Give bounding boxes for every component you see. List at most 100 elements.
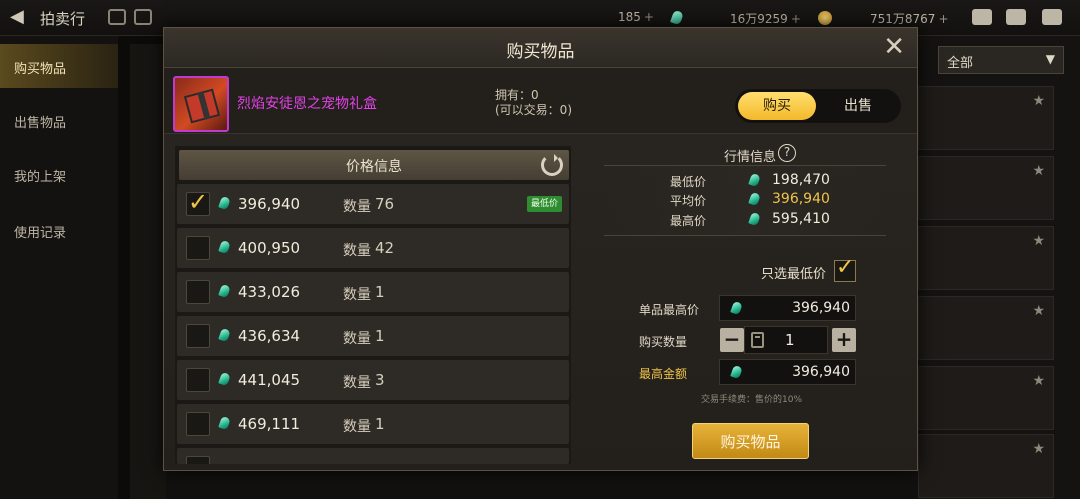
- only-lowest-checkbox[interactable]: [834, 255, 856, 282]
- quantity-label: 数量: [343, 375, 371, 391]
- result-card[interactable]: ★: [918, 86, 1054, 150]
- quantity-label: 数量: [343, 419, 371, 435]
- result-card[interactable]: ★: [918, 366, 1054, 430]
- dialog-header: 购买物品 ✕: [164, 28, 917, 68]
- image-icon[interactable]: [134, 9, 152, 25]
- listing-checkbox[interactable]: [186, 280, 210, 304]
- buy-item-button[interactable]: 购买物品: [692, 423, 809, 459]
- currency-185: 185 +: [618, 10, 654, 24]
- star-icon[interactable]: ★: [1032, 373, 1045, 389]
- filter-dropdown[interactable]: 全部 ▼: [938, 46, 1064, 74]
- gem-icon: [218, 415, 231, 431]
- bottom-strip: [166, 470, 918, 499]
- max-total-value: 396,940: [792, 364, 850, 380]
- listing-row[interactable]: 441,045 数量 3: [177, 360, 569, 400]
- quantity-label: 数量: [343, 199, 371, 215]
- listing-row[interactable]: 433,026 数量 1: [177, 272, 569, 312]
- increase-quantity-button[interactable]: +: [832, 328, 856, 352]
- category-column: [130, 44, 166, 499]
- chat-icon[interactable]: [1042, 9, 1062, 25]
- only-lowest-label: 只选最低价: [761, 267, 827, 282]
- listing-price: 396,940: [238, 195, 301, 213]
- sidebar-item-history[interactable]: 使用记录: [0, 208, 118, 252]
- price-list-panel: 价格信息 396,940 数量 76 最低价 400,950 数量 42 433…: [175, 146, 571, 464]
- tab-buy[interactable]: 购买: [738, 92, 816, 120]
- star-icon[interactable]: ★: [1032, 303, 1045, 319]
- sidebar-item-buy[interactable]: 购买物品: [0, 44, 118, 88]
- gem-icon: [748, 191, 761, 207]
- gem-icon: [730, 364, 743, 380]
- tab-sell[interactable]: 出售: [819, 92, 897, 120]
- market-max-value: 595,410: [772, 211, 830, 227]
- listing-quantity: 1: [375, 283, 385, 301]
- listing-checkbox[interactable]: [186, 412, 210, 436]
- market-max-row: 最高价 595,410: [604, 211, 886, 229]
- result-card[interactable]: ★: [918, 226, 1054, 290]
- owned-count: 拥有：0 (可以交易：0): [495, 88, 572, 117]
- refresh-icon[interactable]: [541, 154, 563, 176]
- diamond-icon[interactable]: [108, 9, 126, 25]
- star-icon[interactable]: ★: [1032, 163, 1045, 179]
- gem-icon: [730, 300, 743, 316]
- sidebar-item-listings[interactable]: 我的上架: [0, 152, 118, 196]
- price-list-header: 价格信息: [179, 150, 569, 180]
- listing-quantity: 42: [375, 239, 395, 257]
- star-icon[interactable]: ★: [1032, 233, 1045, 249]
- listing-price: 436,634: [238, 327, 301, 345]
- listing-row[interactable]: [177, 448, 569, 464]
- unit-max-price-label: 单品最高价: [639, 303, 700, 317]
- listing-checkbox[interactable]: [186, 188, 210, 216]
- listing-quantity: 1: [375, 327, 385, 345]
- currency-gold: 751万8767 +: [870, 12, 949, 26]
- result-card[interactable]: ★: [918, 434, 1054, 498]
- listing-checkbox[interactable]: [186, 368, 210, 392]
- market-min-label: 最低价: [670, 175, 707, 189]
- listing-quantity: 76: [375, 195, 395, 213]
- close-icon[interactable]: ✕: [883, 32, 905, 62]
- quantity-stepper[interactable]: 1: [744, 326, 828, 354]
- market-avg-value: 396,940: [772, 191, 830, 207]
- listing-checkbox[interactable]: [186, 236, 210, 260]
- item-icon: [173, 76, 229, 132]
- chevron-down-icon: ▼: [1045, 52, 1055, 66]
- listing-checkbox[interactable]: [186, 456, 210, 464]
- buy-item-dialog: 购买物品 ✕ 烈焰安徒恩之宠物礼盒 拥有：0 (可以交易：0) 购买 出售 价格…: [163, 27, 918, 471]
- result-card[interactable]: ★: [918, 156, 1054, 220]
- listing-price: 441,045: [238, 371, 301, 389]
- decrease-quantity-button[interactable]: −: [720, 328, 744, 352]
- listing-row[interactable]: 396,940 数量 76 最低价: [177, 184, 569, 224]
- listing-row[interactable]: 436,634 数量 1: [177, 316, 569, 356]
- star-icon[interactable]: ★: [1032, 93, 1045, 109]
- result-card[interactable]: ★: [918, 296, 1054, 360]
- sidebar-item-sell[interactable]: 出售物品: [0, 98, 118, 142]
- listing-price: 433,026: [238, 283, 301, 301]
- gem-icon: [218, 239, 231, 255]
- listing-row[interactable]: 400,950 数量 42: [177, 228, 569, 268]
- market-info: 最低价 198,470 平均价 396,940 最高价 595,410: [604, 165, 886, 236]
- gem-icon: [748, 172, 761, 188]
- buy-quantity-label: 购买数量: [639, 335, 688, 349]
- back-arrow-icon[interactable]: ◀: [10, 6, 24, 27]
- price-list-title: 价格信息: [346, 159, 402, 175]
- fee-note: 交易手续费：售价的10%: [701, 395, 803, 405]
- listing-price: 400,950: [238, 239, 301, 257]
- gem-icon: [218, 283, 231, 299]
- market-avg-label: 平均价: [670, 194, 707, 208]
- help-icon[interactable]: ?: [778, 144, 796, 162]
- bag-icon[interactable]: [972, 9, 992, 25]
- gem-icon: [218, 327, 231, 343]
- star-icon[interactable]: ★: [1032, 441, 1045, 457]
- listing-quantity: 1: [375, 415, 385, 433]
- max-total-label: 最高金额: [639, 367, 688, 381]
- market-info-title: 行情信息: [724, 150, 777, 165]
- mail-icon[interactable]: [1006, 9, 1026, 25]
- market-avg-row: 平均价 396,940: [604, 191, 886, 209]
- item-name: 烈焰安徒恩之宠物礼盒: [237, 96, 377, 112]
- listing-quantity: 3: [375, 371, 385, 389]
- listing-checkbox[interactable]: [186, 324, 210, 348]
- listing-row[interactable]: 469,111 数量 1: [177, 404, 569, 444]
- calculator-icon[interactable]: [751, 332, 764, 348]
- quantity-label: 数量: [343, 243, 371, 259]
- unit-max-price-value: 396,940: [792, 300, 850, 316]
- unit-max-price-field[interactable]: 396,940: [719, 295, 856, 321]
